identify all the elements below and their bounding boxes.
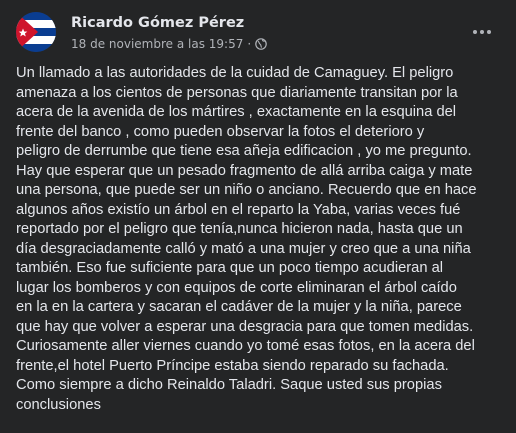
post-text-line: una persona, que puede ser un niño o anc…	[16, 182, 477, 198]
post-text-line: frente del banco , como pueden observar …	[16, 123, 425, 140]
post-text-line: lugar los bomberos y con equipos de cort…	[16, 279, 457, 296]
cuban-flag-avatar	[16, 12, 56, 52]
post-text-line: también. Eso fue suficiente para que un …	[16, 260, 444, 276]
post-text-line: peligro de derrumbe que tiene esa añeja …	[16, 143, 472, 159]
author-avatar[interactable]	[16, 12, 56, 52]
post-text-line: frente,el hotel Puerto Príncipe estaba s…	[16, 357, 449, 374]
more-options-button[interactable]	[464, 14, 500, 50]
post-text-line: acera de la avenida de los mártires , ex…	[16, 104, 457, 120]
globe-icon[interactable]	[255, 38, 267, 50]
post-text-line: algunos años existío un árbol en el repa…	[16, 201, 461, 218]
author-name[interactable]: Ricardo Gómez Pérez	[71, 15, 244, 31]
more-horizontal-icon	[473, 30, 491, 34]
post-text-line: Como siempre a dicho Reinaldo Taladri. S…	[16, 377, 442, 393]
post-text-line: Curiosamente aller viernes cuando yo tom…	[16, 338, 475, 354]
post-timestamp[interactable]: 18 de noviembre a las 19:57	[71, 37, 243, 51]
post-text-line: reportado por el peligro que tenía,nunca…	[16, 221, 463, 237]
post-body-text: Un llamado a las autoridades de la cuida…	[16, 64, 504, 415]
post-text-line: Un llamado a las autoridades de la cuida…	[16, 65, 454, 81]
facebook-post: Ricardo Gómez Pérez 18 de noviembre a la…	[0, 0, 516, 433]
post-text-line: conclusiones	[16, 396, 101, 413]
post-text-line: en la en la cartera y sacaran el cadáver…	[16, 299, 462, 315]
post-text-line: que hay que volver a esperar una desgrac…	[16, 318, 474, 335]
post-text-line: día desgraciadamente calló y mató a una …	[16, 240, 471, 257]
post-text-line: Hay que esperar que un pesado fragmento …	[16, 162, 473, 179]
post-header: Ricardo Gómez Pérez 18 de noviembre a la…	[16, 12, 500, 56]
meta-separator: ·	[247, 37, 252, 51]
post-text-line: amenaza a los cientos de personas que di…	[16, 84, 458, 101]
post-meta: 18 de noviembre a las 19:57 ·	[71, 37, 267, 51]
